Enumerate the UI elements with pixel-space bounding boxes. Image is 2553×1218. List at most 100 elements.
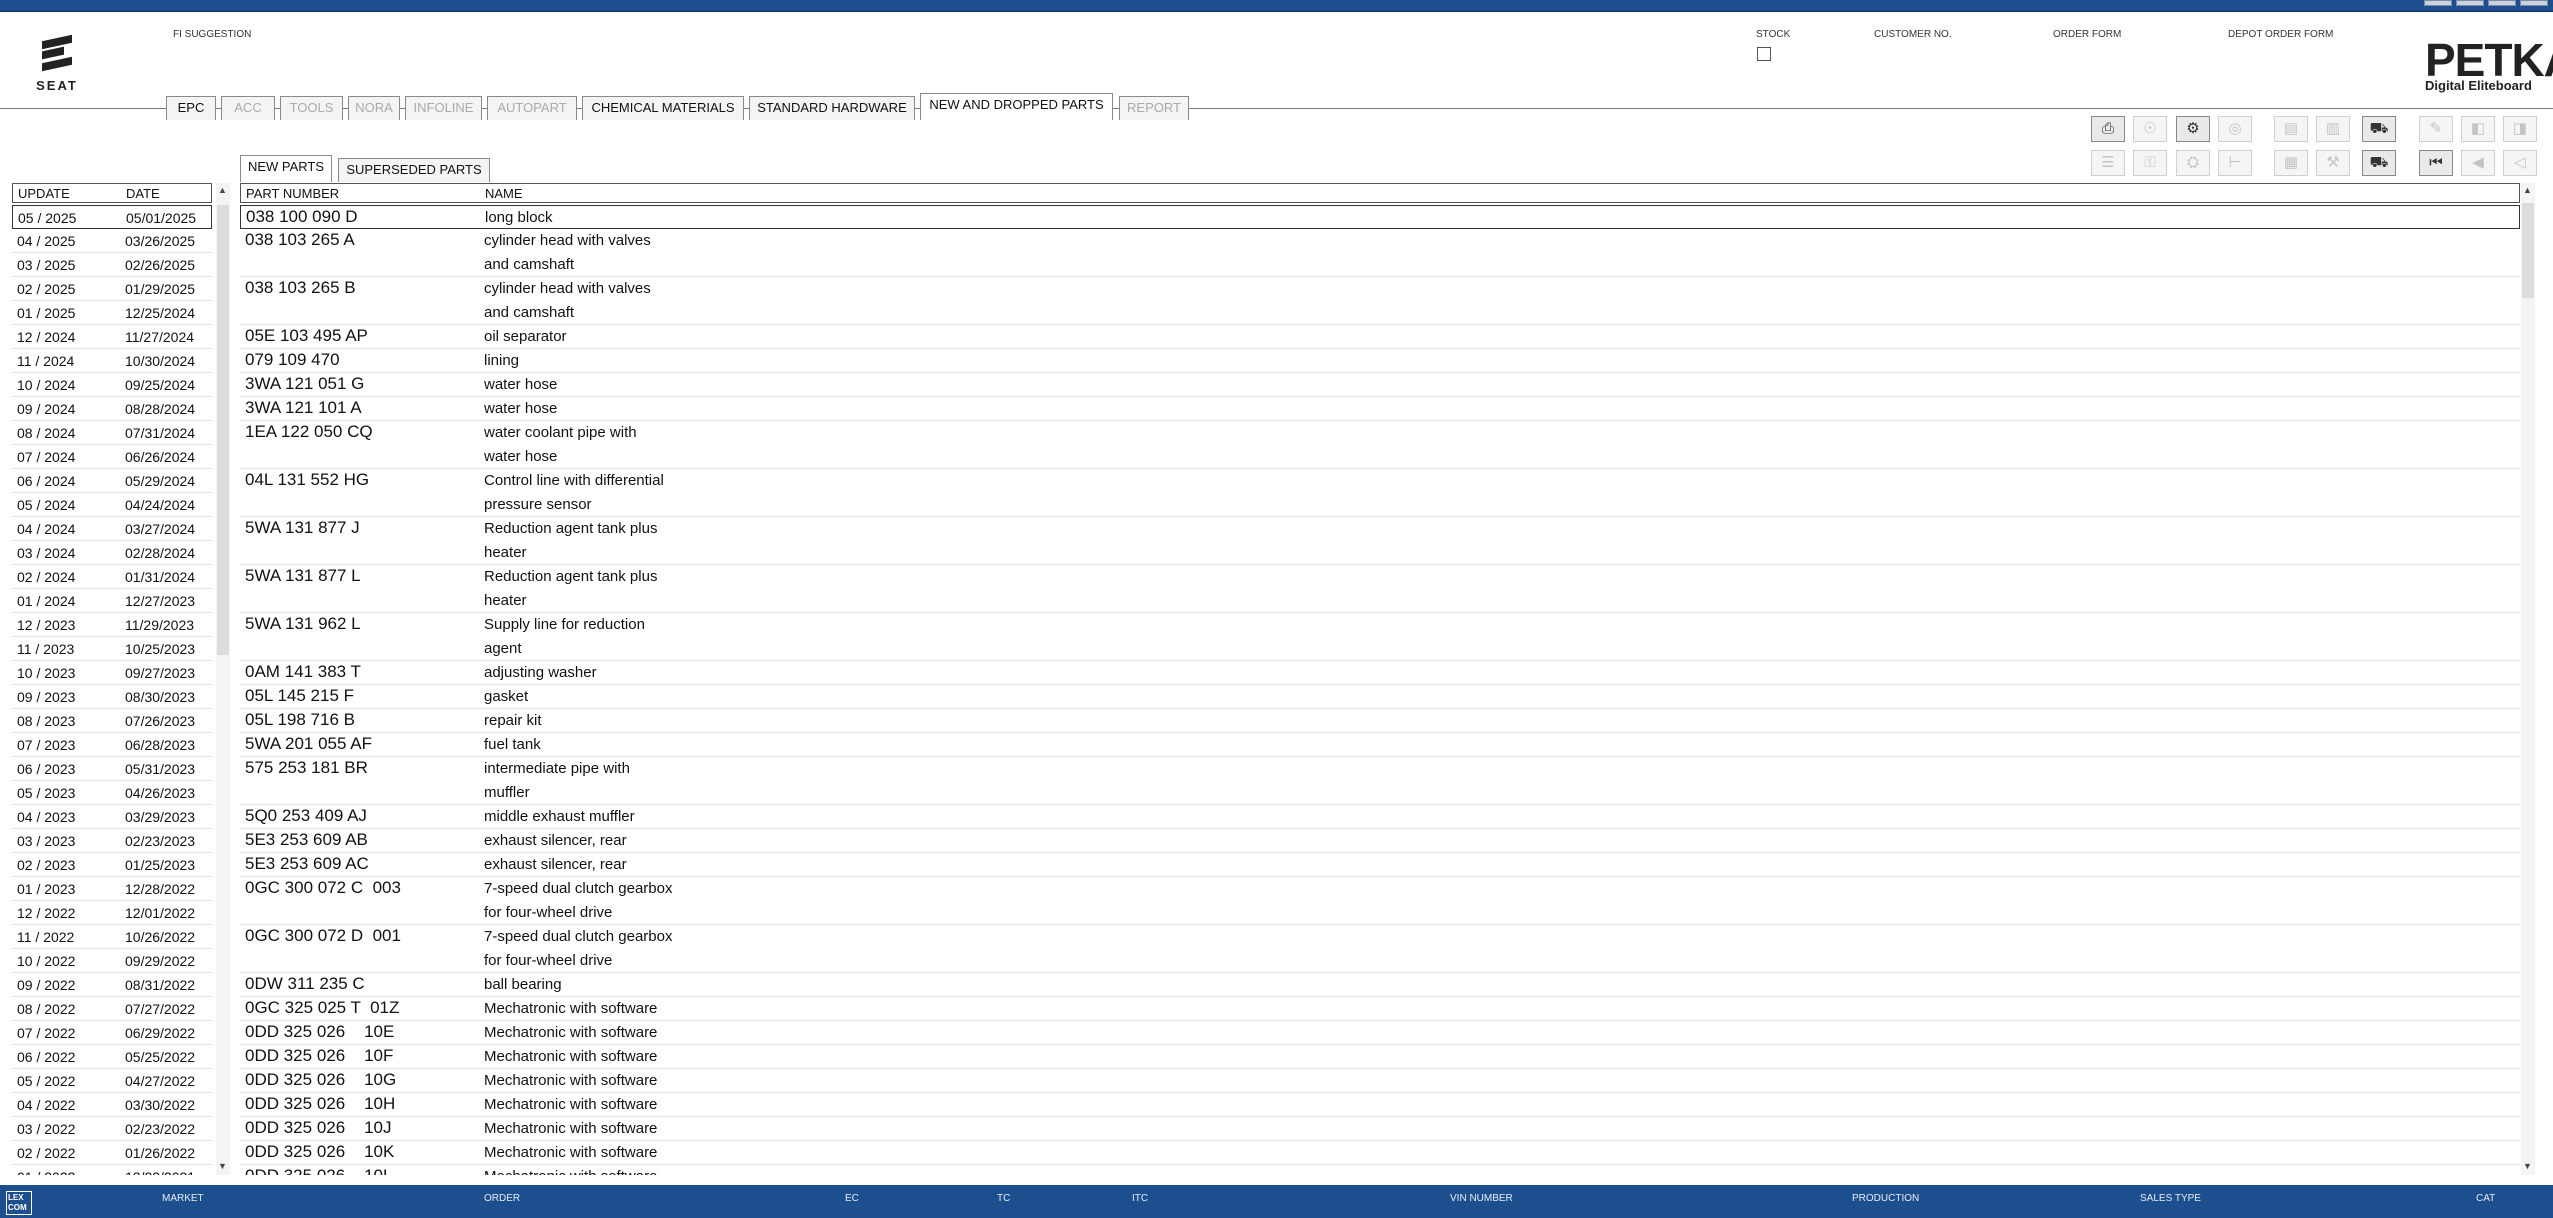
maximize-icon[interactable] (2456, 0, 2484, 6)
list-item[interactable]: 03 / 2025 02/26/2025 (12, 253, 212, 277)
list-item[interactable]: 04 / 2023 03/29/2023 (12, 805, 212, 829)
table-row[interactable]: 5E3 253 609 AC exhaust silencer, rear (240, 853, 2520, 877)
parts-list-icon[interactable]: ▥ (2316, 116, 2350, 142)
update-list-scrollbar[interactable]: ▲ ▼ (216, 183, 230, 1175)
list-item[interactable]: 01 / 2022 12/22/2021 (12, 1165, 212, 1175)
table-row[interactable]: 0DD 325 026 10H Mechatronic with software (240, 1093, 2520, 1117)
stock-checkbox[interactable] (1757, 47, 1771, 61)
table-row[interactable]: 5WA 131 962 L Supply line for reduction ag… (240, 613, 2520, 661)
col-update[interactable]: UPDATE (18, 186, 70, 201)
table-row[interactable]: 0GC 300 072 C 003 7-speed dual clutch gea… (240, 877, 2520, 925)
list-item[interactable]: 05 / 2025 05/01/2025 (12, 205, 212, 229)
table-row[interactable]: 3WA 121 051 G water hose (240, 373, 2520, 397)
list-icon[interactable]: ☰ (2091, 150, 2125, 176)
col-name[interactable]: NAME (485, 186, 523, 201)
table-row[interactable]: 05E 103 495 AP oil separator (240, 325, 2520, 349)
list-item[interactable]: 06 / 2023 05/31/2023 (12, 757, 212, 781)
scroll-thumb[interactable] (217, 205, 229, 655)
list-item[interactable]: 12 / 2022 12/01/2022 (12, 901, 212, 925)
table-row[interactable]: 5WA 131 877 L Reduction agent tank plus he… (240, 565, 2520, 613)
list-item[interactable]: 02 / 2024 01/31/2024 (12, 565, 212, 589)
minimize-icon[interactable] (2424, 0, 2452, 6)
tab-new-and-dropped-parts[interactable]: NEW AND DROPPED PARTS (920, 93, 1113, 120)
magnifier-icon[interactable]: ☉ (2133, 116, 2167, 142)
list-item[interactable]: 06 / 2024 05/29/2024 (12, 469, 212, 493)
previous-page-icon[interactable]: ◀ (2461, 150, 2495, 176)
table-row[interactable]: 0DD 325 026 10E Mechatronic with software (240, 1021, 2520, 1045)
tab-report[interactable]: REPORT (1119, 96, 1189, 120)
list-item[interactable]: 01 / 2025 12/25/2024 (12, 301, 212, 325)
first-page-icon[interactable]: ⏮ (2419, 150, 2453, 176)
table-row[interactable]: 0DW 311 235 C ball bearing (240, 973, 2520, 997)
service-icon[interactable]: ⚒ (2316, 150, 2350, 176)
table-row[interactable]: 038 103 265 B cylinder head with valves an… (240, 277, 2520, 325)
tab-standard-hardware[interactable]: STANDARD HARDWARE (749, 96, 915, 120)
list-item[interactable]: 02 / 2022 01/26/2022 (12, 1141, 212, 1165)
pin-icon[interactable]: ✎ (2419, 116, 2453, 142)
cart-add-icon[interactable]: ⛟ (2362, 150, 2396, 176)
list-item[interactable]: 03 / 2024 02/28/2024 (12, 541, 212, 565)
tab-superseded-parts[interactable]: SUPERSEDED PARTS (338, 158, 490, 182)
tab-acc[interactable]: ACC (221, 96, 275, 120)
table-row[interactable]: 038 103 265 A cylinder head with valves an… (240, 229, 2520, 277)
table-row[interactable]: 3WA 121 101 A water hose (240, 397, 2520, 421)
list-item[interactable]: 02 / 2025 01/29/2025 (12, 277, 212, 301)
list-item[interactable]: 10 / 2022 09/29/2022 (12, 949, 212, 973)
list-item[interactable]: 09 / 2023 08/30/2023 (12, 685, 212, 709)
list-item[interactable]: 04 / 2022 03/30/2022 (12, 1093, 212, 1117)
table-row[interactable]: 0AM 141 383 T adjusting washer (240, 661, 2520, 685)
back-icon[interactable]: ◁ (2503, 150, 2537, 176)
list-item[interactable]: 11 / 2024 10/30/2024 (12, 349, 212, 373)
window-right-icon[interactable]: ◨ (2503, 116, 2537, 142)
list-item[interactable]: 09 / 2024 08/28/2024 (12, 397, 212, 421)
list-item[interactable]: 11 / 2023 10/25/2023 (12, 637, 212, 661)
list-item[interactable]: 01 / 2023 12/28/2022 (12, 877, 212, 901)
tab-epc[interactable]: EPC (166, 96, 216, 120)
table-row[interactable]: 038 100 090 D long block (240, 205, 2520, 229)
list-item[interactable]: 06 / 2022 05/25/2022 (12, 1045, 212, 1069)
window-left-icon[interactable]: ◧ (2461, 116, 2495, 142)
table-row[interactable]: 5WA 131 877 J Reduction agent tank plus he… (240, 517, 2520, 565)
table-row[interactable]: 5Q0 253 409 AJ middle exhaust muffler (240, 805, 2520, 829)
scroll-up-icon[interactable]: ▲ (218, 185, 227, 195)
table-row[interactable]: 5WA 201 055 AF fuel tank (240, 733, 2520, 757)
close-icon[interactable] (2520, 0, 2548, 6)
list-item[interactable]: 07 / 2023 06/28/2023 (12, 733, 212, 757)
list-item[interactable]: 05 / 2024 04/24/2024 (12, 493, 212, 517)
restore-icon[interactable] (2488, 0, 2516, 6)
list-item[interactable]: 09 / 2022 08/31/2022 (12, 973, 212, 997)
table-row[interactable]: 0GC 325 025 T 01Z Mechatronic with softwa… (240, 997, 2520, 1021)
table-row[interactable]: 0DD 325 026 10L Mechatronic with software (240, 1165, 2520, 1175)
tab-chemical-materials[interactable]: CHEMICAL MATERIALS (582, 96, 744, 120)
scroll-down-icon[interactable]: ▼ (218, 1161, 227, 1171)
list-item[interactable]: 12 / 2024 11/27/2024 (12, 325, 212, 349)
list-item[interactable]: 11 / 2022 10/26/2022 (12, 925, 212, 949)
list-item[interactable]: 07 / 2024 06/26/2024 (12, 445, 212, 469)
list-item[interactable]: 03 / 2023 02/23/2023 (12, 829, 212, 853)
tab-autopart[interactable]: AUTOPART (487, 96, 577, 120)
list-item[interactable]: 08 / 2022 07/27/2022 (12, 997, 212, 1021)
table-row[interactable]: 0DD 325 026 10G Mechatronic with software (240, 1069, 2520, 1093)
list-item[interactable]: 05 / 2022 04/27/2022 (12, 1069, 212, 1093)
tab-new-parts[interactable]: NEW PARTS (240, 155, 332, 182)
tab-tools[interactable]: TOOLS (280, 96, 343, 120)
depot-order-form-label[interactable]: DEPOT ORDER FORM (2228, 29, 2333, 40)
list-item[interactable]: 01 / 2024 12/27/2023 (12, 589, 212, 613)
table-row[interactable]: 05L 145 215 F gasket (240, 685, 2520, 709)
scroll-down-icon[interactable]: ▼ (2523, 1161, 2532, 1171)
col-part-number[interactable]: PART NUMBER (246, 186, 339, 201)
table-row[interactable]: 0DD 325 026 10J Mechatronic with software (240, 1117, 2520, 1141)
order-form-label[interactable]: ORDER FORM (2053, 29, 2121, 40)
list-item[interactable]: 07 / 2022 06/29/2022 (12, 1021, 212, 1045)
table-row[interactable]: 0DD 325 026 10K Mechatronic with software (240, 1141, 2520, 1165)
car-icon[interactable]: ⚙ (2176, 116, 2210, 142)
cart-icon[interactable]: ⛟ (2362, 116, 2396, 142)
list-item[interactable]: 04 / 2025 03/26/2025 (12, 229, 212, 253)
list-item[interactable]: 10 / 2023 09/27/2023 (12, 661, 212, 685)
engine-icon[interactable]: ⛭ (2176, 150, 2210, 176)
printer-icon[interactable]: ⎙ (2091, 116, 2125, 142)
parts-box-icon[interactable]: ▤ (2274, 116, 2308, 142)
list-item[interactable]: 10 / 2024 09/25/2024 (12, 373, 212, 397)
tab-infoline[interactable]: INFOLINE (405, 96, 482, 120)
bus-icon[interactable]: ▦ (2274, 150, 2308, 176)
